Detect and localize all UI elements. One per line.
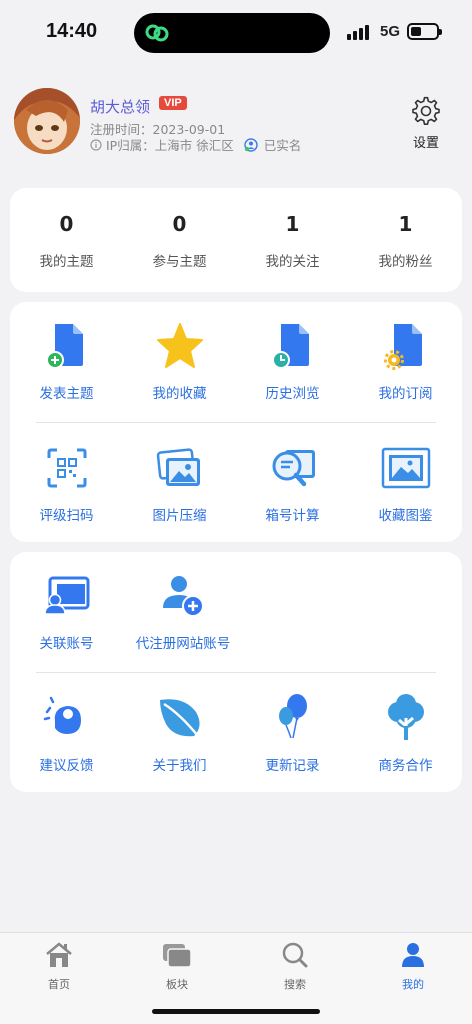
status-time: 14:40: [46, 20, 98, 42]
tab-search[interactable]: 搜索: [236, 941, 354, 992]
function-grid-1: 发表主题 我的收藏 历史浏览 我的订阅 评级扫码 图片压缩 箱号计算 收藏图鉴: [10, 302, 462, 542]
tile-label: 我的订阅: [378, 386, 433, 402]
avatar[interactable]: [14, 88, 80, 154]
stats-card: 0 我的主题 0 参与主题 1 我的关注 1 我的粉丝: [10, 188, 462, 292]
network-type: 5G: [380, 23, 401, 40]
tab-mine[interactable]: 我的: [354, 941, 472, 992]
tile-label: 发表主题: [39, 386, 94, 402]
feedback-icon: [43, 696, 81, 734]
tile-label: 关于我们: [152, 758, 207, 774]
tile-label: 更新记录: [265, 758, 320, 774]
divider: [36, 672, 436, 673]
image-compress-icon: [156, 448, 200, 486]
picture-frame-icon: [381, 447, 430, 489]
business-cooperation-button[interactable]: 商务合作: [349, 692, 462, 774]
settings-label: 设置: [412, 136, 439, 151]
collection-catalog-button[interactable]: 收藏图鉴: [349, 442, 462, 524]
leaf-icon: [159, 699, 200, 737]
dynamic-island: [134, 13, 330, 53]
history-icon: [271, 324, 309, 369]
box-number-calc-button[interactable]: 箱号计算: [236, 442, 349, 524]
linked-accounts-button[interactable]: 关联账号: [10, 570, 123, 652]
tile-label: 评级扫码: [39, 508, 94, 524]
link-account-icon: [43, 576, 89, 615]
proxy-register-button[interactable]: 代注册网站账号: [123, 570, 243, 652]
tile-label: 代注册网站账号: [135, 636, 231, 652]
stat-label: 参与主题: [152, 254, 207, 270]
ip-location: IP归属：上海市 徐汇区: [106, 138, 234, 153]
user-name: 胡大总领: [90, 98, 151, 116]
stat-label: 我的主题: [39, 254, 94, 270]
search-calc-icon: [272, 450, 315, 487]
tab-home[interactable]: 首页: [0, 941, 118, 992]
profile-header: 胡大总领 VIP 注册时间：2023-09-01 IP归属：上海市 徐汇区 已实…: [14, 88, 458, 160]
settings-button[interactable]: 设置: [408, 96, 444, 151]
tile-label: 历史浏览: [265, 386, 320, 402]
home-icon: [46, 942, 72, 967]
stat-value: 1: [398, 212, 413, 236]
post-topic-icon: [45, 324, 83, 369]
stat-value: 1: [285, 212, 300, 236]
battery-icon: [407, 23, 442, 40]
subscription-icon: [383, 324, 422, 370]
gear-icon: [412, 96, 440, 126]
stat-my-topics[interactable]: 0 我的主题: [10, 212, 123, 270]
tab-label: 板块: [166, 978, 188, 991]
stat-label: 我的粉丝: [378, 254, 433, 270]
stat-value: 0: [59, 212, 74, 236]
favorites-button[interactable]: 我的收藏: [123, 320, 236, 402]
feedback-button[interactable]: 建议反馈: [10, 692, 123, 774]
balloon-icon: [278, 694, 307, 739]
stat-label: 我的关注: [265, 254, 320, 270]
info-icon: [90, 138, 102, 151]
qr-scan-icon: [47, 448, 86, 488]
tile-label: 图片压缩: [152, 508, 207, 524]
search-icon: [282, 942, 308, 968]
stat-followers[interactable]: 1 我的粉丝: [349, 212, 462, 270]
changelog-button[interactable]: 更新记录: [236, 692, 349, 774]
tab-boards[interactable]: 板块: [118, 941, 236, 992]
add-user-icon: [163, 576, 204, 617]
tile-label: 我的收藏: [152, 386, 207, 402]
tab-label: 搜索: [284, 978, 306, 991]
boards-icon: [163, 944, 192, 968]
verified-label: 已实名: [263, 138, 302, 153]
signal-icon: [347, 25, 369, 40]
tile-label: 收藏图鉴: [378, 508, 433, 524]
function-grid-2: 关联账号 代注册网站账号 建议反馈 关于我们 更新记录 商务合作: [10, 552, 462, 792]
stat-joined-topics[interactable]: 0 参与主题: [123, 212, 236, 270]
post-topic-button[interactable]: 发表主题: [10, 320, 123, 402]
home-indicator: [152, 1009, 320, 1014]
qr-scan-button[interactable]: 评级扫码: [10, 442, 123, 524]
ip-location-row: IP归属：上海市 徐汇区 已实名: [90, 135, 301, 154]
about-us-button[interactable]: 关于我们: [123, 692, 236, 774]
verified-icon: [244, 137, 258, 152]
image-compress-button[interactable]: 图片压缩: [123, 442, 236, 524]
tile-label: 建议反馈: [39, 758, 94, 774]
link-icon: [145, 24, 169, 42]
tile-label: 关联账号: [39, 636, 94, 652]
stat-following[interactable]: 1 我的关注: [236, 212, 349, 270]
tile-label: 商务合作: [378, 758, 433, 774]
tab-label: 首页: [48, 978, 70, 991]
status-bar: 14:40 5G: [0, 0, 472, 62]
subscription-button[interactable]: 我的订阅: [349, 320, 462, 402]
vip-badge: VIP: [159, 96, 187, 110]
history-button[interactable]: 历史浏览: [236, 320, 349, 402]
user-icon: [402, 943, 424, 967]
tile-label: 箱号计算: [265, 508, 320, 524]
divider: [36, 422, 436, 423]
stat-value: 0: [172, 212, 187, 236]
tree-icon: [387, 694, 424, 740]
tab-label: 我的: [402, 978, 424, 991]
star-icon: [156, 323, 203, 368]
